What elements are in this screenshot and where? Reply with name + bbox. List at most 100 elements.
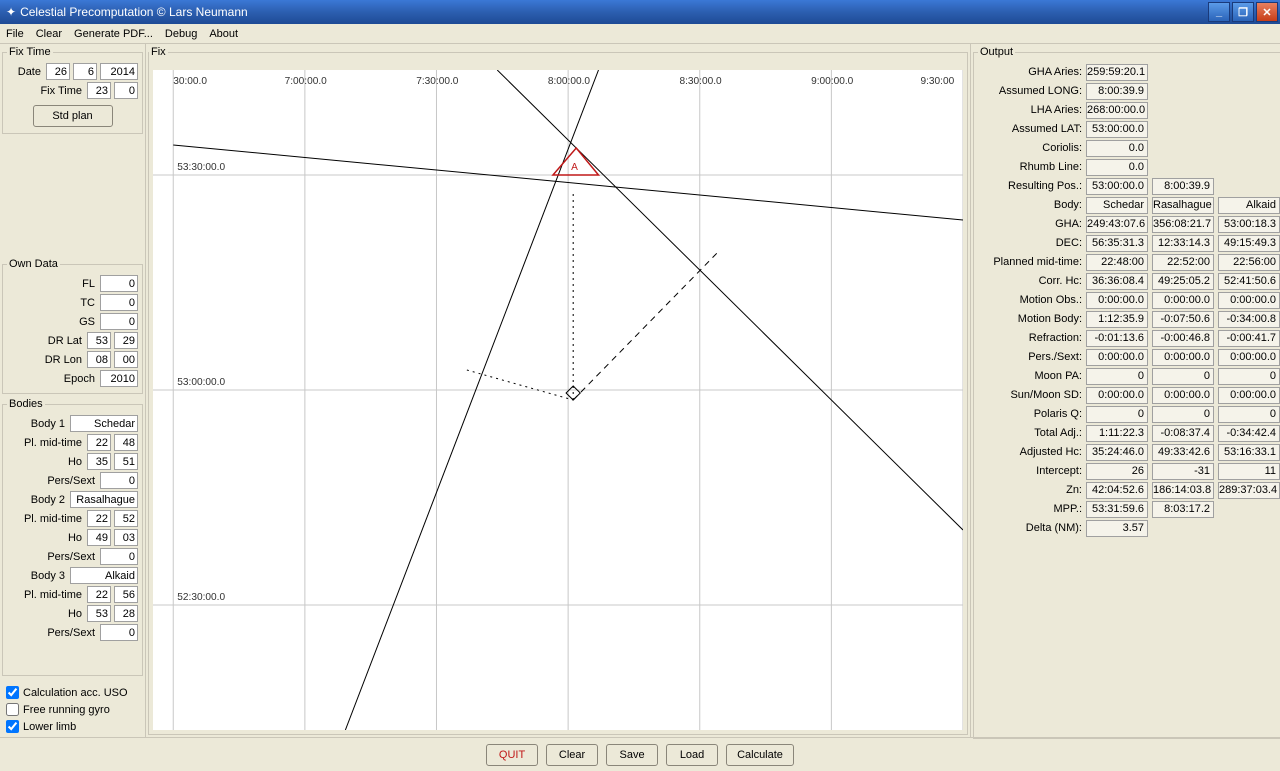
body-perssext-input[interactable] [100, 472, 138, 489]
body-perssext-input[interactable] [100, 624, 138, 641]
plot-canvas[interactable]: 30:00.0 7:00:00.0 7:30:00.0 8:00:00.0 8:… [153, 70, 963, 730]
output-value: 249:43:07.6 [1086, 216, 1148, 233]
output-value: -31 [1152, 463, 1214, 480]
body-ho-deg-input[interactable] [87, 529, 111, 546]
output-value: 36:36:08.4 [1086, 273, 1148, 290]
output-value: 53:00:00.0 [1086, 121, 1148, 138]
output-value: 53:16:33.1 [1218, 444, 1280, 461]
body-midtime-h-input[interactable] [87, 434, 111, 451]
output-value: -0:00:46.8 [1152, 330, 1214, 347]
body-midtime-m-input[interactable] [114, 586, 138, 603]
svg-text:53:30:00.0: 53:30:00.0 [177, 162, 225, 173]
body-name-input[interactable] [70, 415, 138, 432]
output-value: 35:24:46.0 [1086, 444, 1148, 461]
output-row: LHA Aries:268:00:00.0 [982, 101, 1280, 119]
uso-label: Calculation acc. USO [23, 687, 128, 699]
menu-about[interactable]: About [209, 28, 238, 40]
fl-input[interactable] [100, 275, 138, 292]
close-button[interactable]: ✕ [1256, 2, 1278, 22]
output-value: 0:00:00.0 [1152, 387, 1214, 404]
body-perssext-input[interactable] [100, 548, 138, 565]
bottom-toolbar: QUIT Clear Save Load Calculate [0, 737, 1280, 771]
save-button[interactable]: Save [606, 744, 658, 766]
drlon-label: DR Lon [7, 354, 82, 366]
output-label: Zn: [982, 484, 1082, 496]
quit-button[interactable]: QUIT [486, 744, 538, 766]
drlon-min-input[interactable] [114, 351, 138, 368]
uso-checkbox[interactable] [6, 686, 19, 699]
output-value: 0:00:00.0 [1152, 349, 1214, 366]
output-label: Assumed LONG: [982, 85, 1082, 97]
limb-checkbox[interactable] [6, 720, 19, 733]
output-label: GHA Aries: [982, 66, 1082, 78]
output-row: DEC:56:35:31.312:33:14.349:15:49.3 [982, 234, 1280, 252]
output-row: Assumed LONG:8:00:39.9 [982, 82, 1280, 100]
output-value: 49:33:42.6 [1152, 444, 1214, 461]
body-ho-min-input[interactable] [114, 529, 138, 546]
body-midtime-h-input[interactable] [87, 510, 111, 527]
load-button[interactable]: Load [666, 744, 718, 766]
output-value: 8:03:17.2 [1152, 501, 1214, 518]
menu-file[interactable]: File [6, 28, 24, 40]
gyro-checkbox[interactable] [6, 703, 19, 716]
output-value: 0 [1086, 368, 1148, 385]
gs-label: GS [7, 316, 95, 328]
date-month-input[interactable] [73, 63, 97, 80]
calculate-button[interactable]: Calculate [726, 744, 794, 766]
minimize-button[interactable]: _ [1208, 2, 1230, 22]
tc-input[interactable] [100, 294, 138, 311]
output-value: 22:52:00 [1152, 254, 1214, 271]
output-row: Motion Obs.:0:00:00.00:00:00.00:00:00.0 [982, 291, 1280, 309]
output-value: 52:41:50.6 [1218, 273, 1280, 290]
output-value: 22:48:00 [1086, 254, 1148, 271]
drlat-min-input[interactable] [114, 332, 138, 349]
output-value: 22:56:00 [1218, 254, 1280, 271]
output-value: -0:34:42.4 [1218, 425, 1280, 442]
fixtime-min-input[interactable] [114, 82, 138, 99]
output-label: Rhumb Line: [982, 161, 1082, 173]
output-row: GHA Aries:259:59:20.1 [982, 63, 1280, 81]
body-ho-min-input[interactable] [114, 453, 138, 470]
date-day-input[interactable] [46, 63, 70, 80]
svg-text:9:30:00: 9:30:00 [920, 76, 954, 87]
svg-text:52:30:00.0: 52:30:00.0 [177, 592, 225, 603]
drlat-deg-input[interactable] [87, 332, 111, 349]
body-ho-deg-input[interactable] [87, 605, 111, 622]
fixtime-legend: Fix Time [7, 46, 53, 58]
menu-debug[interactable]: Debug [165, 28, 197, 40]
fixtime-label: Fix Time [7, 85, 82, 97]
body-name-input[interactable] [70, 567, 138, 584]
output-row: Pers./Sext:0:00:00.00:00:00.00:00:00.0 [982, 348, 1280, 366]
output-row: Polaris Q:000 [982, 405, 1280, 423]
menu-clear[interactable]: Clear [36, 28, 62, 40]
drlon-deg-input[interactable] [87, 351, 111, 368]
clear-button[interactable]: Clear [546, 744, 598, 766]
body-ho-min-input[interactable] [114, 605, 138, 622]
output-label: Resulting Pos.: [982, 180, 1082, 192]
output-row: Planned mid-time:22:48:0022:52:0022:56:0… [982, 253, 1280, 271]
options-group: Calculation acc. USO Free running gyro L… [0, 678, 145, 737]
owndata-legend: Own Data [7, 258, 60, 270]
body-midtime-h-input[interactable] [87, 586, 111, 603]
gs-input[interactable] [100, 313, 138, 330]
window-title: Celestial Precomputation © Lars Neumann [20, 5, 248, 19]
epoch-input[interactable] [100, 370, 138, 387]
output-value: Rasalhague [1152, 197, 1214, 214]
fixtime-group: Fix Time Date Fix Time Std plan [2, 46, 143, 134]
date-year-input[interactable] [100, 63, 138, 80]
output-label: GHA: [982, 218, 1082, 230]
maximize-button[interactable]: ❐ [1232, 2, 1254, 22]
output-value: 49:25:05.2 [1152, 273, 1214, 290]
body-midtime-m-input[interactable] [114, 434, 138, 451]
fix-legend: Fix [149, 46, 168, 58]
output-value: 0:00:00.0 [1218, 349, 1280, 366]
fixtime-hour-input[interactable] [87, 82, 111, 99]
body-midtime-m-input[interactable] [114, 510, 138, 527]
output-value: 26 [1086, 463, 1148, 480]
body-name-input[interactable] [70, 491, 138, 508]
body-ho-deg-input[interactable] [87, 453, 111, 470]
output-label: Motion Obs.: [982, 294, 1082, 306]
output-row: Total Adj.:1:11:22.3-0:08:37.4-0:34:42.4 [982, 424, 1280, 442]
stdplan-button[interactable]: Std plan [33, 105, 113, 127]
menu-generate-pdf[interactable]: Generate PDF... [74, 28, 153, 40]
